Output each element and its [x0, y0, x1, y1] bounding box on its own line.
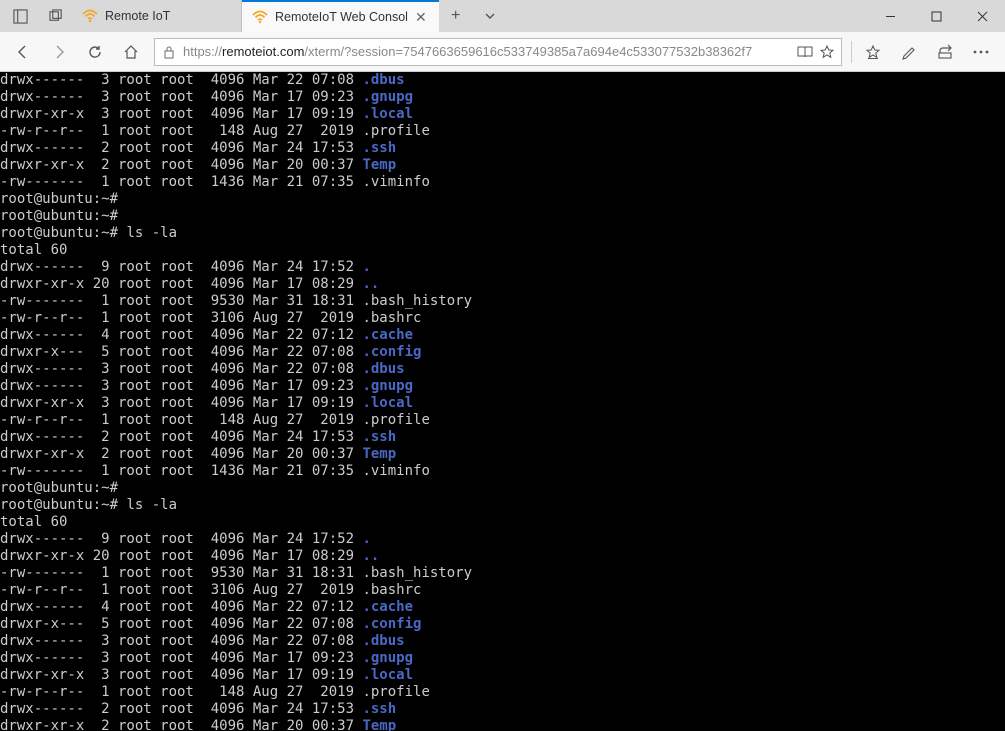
ls-row: drwx------ 2 root root 4096 Mar 24 17:53…: [0, 140, 1005, 157]
minimize-button[interactable]: [867, 0, 913, 32]
favorites-button[interactable]: [855, 35, 891, 69]
share-button[interactable]: [927, 35, 963, 69]
ls-row: -rw------- 1 root root 1436 Mar 21 07:35…: [0, 174, 1005, 191]
favorite-icon[interactable]: [819, 44, 835, 60]
url-input[interactable]: https://remoteiot.com/xterm/?session=754…: [154, 38, 842, 66]
ls-row: drwxr-x--- 5 root root 4096 Mar 22 07:08…: [0, 344, 1005, 361]
ls-row: drwxr-xr-x 20 root root 4096 Mar 17 08:2…: [0, 548, 1005, 565]
ls-row: drwx------ 2 root root 4096 Mar 24 17:53…: [0, 701, 1005, 718]
ls-row: -rw------- 1 root root 1436 Mar 21 07:35…: [0, 463, 1005, 480]
ls-row: -rw------- 1 root root 9530 Mar 31 18:31…: [0, 565, 1005, 582]
ls-row: -rw-r--r-- 1 root root 148 Aug 27 2019 .…: [0, 684, 1005, 701]
ls-row: drwxr-xr-x 2 root root 4096 Mar 20 00:37…: [0, 718, 1005, 731]
ls-row: drwx------ 3 root root 4096 Mar 17 09:23…: [0, 378, 1005, 395]
tabs-aside-button[interactable]: [0, 0, 40, 32]
ls-row: drwx------ 3 root root 4096 Mar 22 07:08…: [0, 361, 1005, 378]
ls-row: drwxr-xr-x 3 root root 4096 Mar 17 09:19…: [0, 395, 1005, 412]
ls-row: -rw-r--r-- 1 root root 148 Aug 27 2019 .…: [0, 412, 1005, 429]
browser-titlebar: Remote IoT RemoteIoT Web Consol ✕ +: [0, 0, 1005, 32]
wifi-icon: [82, 8, 98, 24]
prompt-line: root@ubuntu:~#: [0, 208, 1005, 225]
lock-icon: [161, 44, 177, 60]
ls-row: drwxr-xr-x 3 root root 4096 Mar 17 09:19…: [0, 667, 1005, 684]
reading-view-icon[interactable]: [797, 44, 813, 60]
tab-title: Remote IoT: [105, 9, 229, 23]
new-tab-button[interactable]: +: [439, 0, 473, 32]
total-line: total 60: [0, 514, 1005, 531]
tab-expand-button[interactable]: [473, 0, 507, 32]
ls-row: drwxr-xr-x 20 root root 4096 Mar 17 08:2…: [0, 276, 1005, 293]
window-controls: [867, 0, 1005, 32]
tab-strip: Remote IoT RemoteIoT Web Consol ✕ +: [72, 0, 867, 32]
prompt-line: root@ubuntu:~# ls -la: [0, 225, 1005, 242]
tab-title: RemoteIoT Web Consol: [275, 10, 408, 24]
ls-row: drwx------ 3 root root 4096 Mar 17 09:23…: [0, 89, 1005, 106]
prompt-line: root@ubuntu:~#: [0, 191, 1005, 208]
forward-button[interactable]: [42, 35, 76, 69]
total-line: total 60: [0, 242, 1005, 259]
refresh-button[interactable]: [78, 35, 112, 69]
terminal[interactable]: drwx------ 3 root root 4096 Mar 22 07:08…: [0, 72, 1005, 731]
maximize-button[interactable]: [913, 0, 959, 32]
ls-row: -rw-r--r-- 1 root root 3106 Aug 27 2019 …: [0, 582, 1005, 599]
home-button[interactable]: [114, 35, 148, 69]
ls-row: drwx------ 9 root root 4096 Mar 24 17:52…: [0, 259, 1005, 276]
ls-row: -rw-r--r-- 1 root root 3106 Aug 27 2019 …: [0, 310, 1005, 327]
ls-row: drwxr-xr-x 3 root root 4096 Mar 17 09:19…: [0, 106, 1005, 123]
ls-row: drwx------ 4 root root 4096 Mar 22 07:12…: [0, 327, 1005, 344]
address-bar: https://remoteiot.com/xterm/?session=754…: [0, 32, 1005, 72]
prompt-line: root@ubuntu:~#: [0, 480, 1005, 497]
close-tab-icon[interactable]: ✕: [415, 9, 427, 26]
ls-row: drwx------ 4 root root 4096 Mar 22 07:12…: [0, 599, 1005, 616]
ls-row: drwx------ 9 root root 4096 Mar 24 17:52…: [0, 531, 1005, 548]
ls-row: drwx------ 3 root root 4096 Mar 17 09:23…: [0, 650, 1005, 667]
url-text: https://remoteiot.com/xterm/?session=754…: [183, 44, 791, 59]
tab-remote-iot[interactable]: Remote IoT: [72, 0, 242, 32]
close-button[interactable]: [959, 0, 1005, 32]
ls-row: drwx------ 3 root root 4096 Mar 22 07:08…: [0, 633, 1005, 650]
divider: [851, 41, 852, 63]
ls-row: drwx------ 2 root root 4096 Mar 24 17:53…: [0, 429, 1005, 446]
back-button[interactable]: [6, 35, 40, 69]
settings-button[interactable]: [963, 35, 999, 69]
ls-row: drwx------ 3 root root 4096 Mar 22 07:08…: [0, 72, 1005, 89]
ls-row: drwxr-xr-x 2 root root 4096 Mar 20 00:37…: [0, 157, 1005, 174]
tab-web-console[interactable]: RemoteIoT Web Consol ✕: [242, 0, 439, 32]
prompt-line: root@ubuntu:~# ls -la: [0, 497, 1005, 514]
ls-row: -rw-r--r-- 1 root root 148 Aug 27 2019 .…: [0, 123, 1005, 140]
wifi-icon: [252, 9, 268, 25]
ls-row: drwxr-x--- 5 root root 4096 Mar 22 07:08…: [0, 616, 1005, 633]
tab-preview-button[interactable]: [40, 0, 72, 32]
ls-row: -rw------- 1 root root 9530 Mar 31 18:31…: [0, 293, 1005, 310]
notes-button[interactable]: [891, 35, 927, 69]
ls-row: drwxr-xr-x 2 root root 4096 Mar 20 00:37…: [0, 446, 1005, 463]
